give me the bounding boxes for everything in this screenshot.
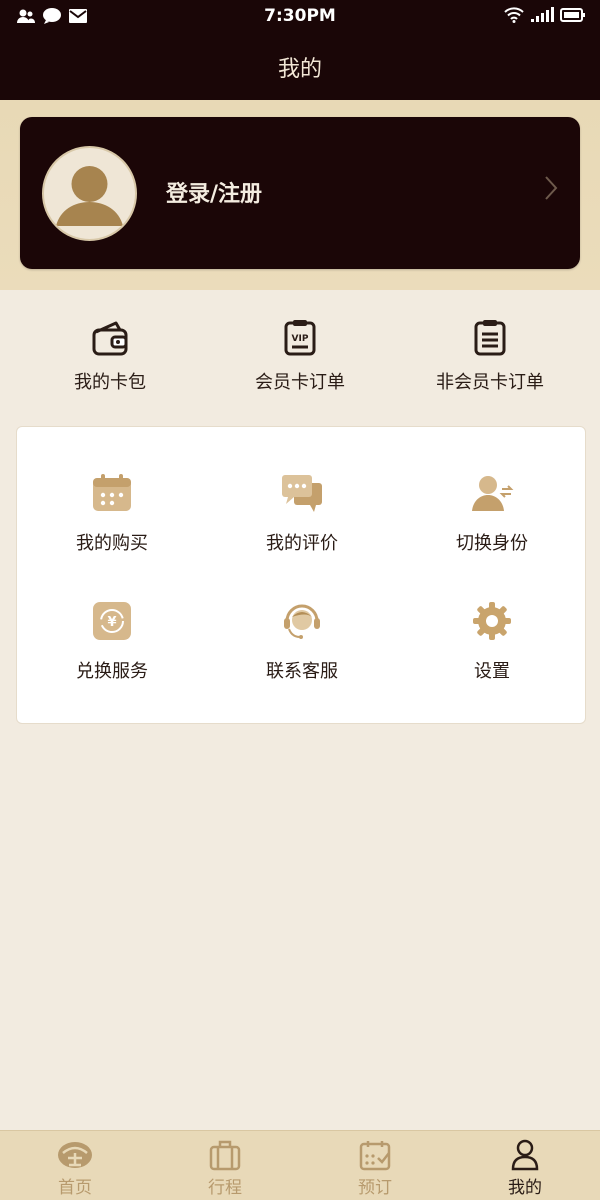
signal-icon (531, 7, 554, 22)
svg-text:¥: ¥ (107, 615, 116, 630)
tab-itinerary[interactable]: 行程 (150, 1139, 300, 1198)
svg-text:VIP: VIP (292, 334, 309, 344)
service-my-purchases[interactable]: 我的购买 (17, 471, 207, 555)
service-customer-support[interactable]: 联系客服 (207, 599, 397, 683)
service-redeem[interactable]: ¥ 兑换服务 (17, 599, 207, 683)
tab-booking[interactable]: 预订 (300, 1139, 450, 1198)
avatar-placeholder-icon (56, 166, 123, 226)
tab-label: 我的 (508, 1178, 542, 1198)
quick-action-label: 非会员卡订单 (436, 372, 544, 393)
status-bar: 7:30PM (0, 0, 600, 33)
wallet-icon (92, 321, 128, 356)
quick-action-wallet[interactable]: 我的卡包 (10, 318, 210, 394)
service-label: 联系客服 (266, 661, 338, 682)
service-settings[interactable]: 设置 (397, 599, 587, 683)
login-register-link[interactable]: 登录/注册 (166, 176, 262, 208)
headset-icon (284, 604, 320, 639)
service-my-reviews[interactable]: 我的评价 (207, 471, 397, 555)
login-card[interactable]: 登录/注册 (20, 117, 580, 269)
status-indicators (504, 7, 586, 23)
switch-user-icon (472, 476, 514, 511)
page-title: 我的 (277, 57, 322, 82)
service-label: 设置 (474, 661, 510, 682)
services-card: 我的购买 我的评价 切换身份 ¥ 兑换服务 联系客服 设置 (16, 426, 586, 724)
profile-band: 登录/注册 (0, 100, 600, 290)
avatar[interactable] (42, 146, 137, 241)
service-switch-identity[interactable]: 切换身份 (397, 471, 587, 555)
battery-icon (560, 8, 585, 22)
tab-label: 预订 (358, 1178, 392, 1198)
wifi-icon (504, 7, 524, 23)
service-label: 切换身份 (456, 533, 528, 554)
tab-bar: 首页 行程 预订 我的 (0, 1130, 600, 1200)
service-label: 我的购买 (76, 533, 148, 554)
home-logo-icon (58, 1142, 92, 1168)
tab-mine[interactable]: 我的 (450, 1139, 600, 1198)
tab-label: 行程 (208, 1178, 242, 1198)
quick-action-label: 会员卡订单 (255, 372, 345, 393)
service-label: 兑换服务 (76, 661, 148, 682)
gear-icon (473, 602, 511, 640)
suitcase-icon (209, 1140, 241, 1171)
quick-action-vip-orders[interactable]: VIP 会员卡订单 (200, 318, 400, 394)
chevron-right-icon (545, 176, 558, 200)
calendar-check-icon (359, 1141, 391, 1171)
quick-action-non-vip-orders[interactable]: 非会员卡订单 (390, 318, 590, 394)
quick-action-label: 我的卡包 (74, 372, 146, 393)
calendar-icon (93, 474, 131, 511)
user-icon (511, 1139, 539, 1171)
yen-exchange-icon: ¥ (93, 602, 131, 640)
tab-label: 首页 (58, 1178, 92, 1198)
clipboard-list-icon (474, 320, 506, 356)
tab-home[interactable]: 首页 (0, 1139, 150, 1198)
quick-actions: 我的卡包 VIP 会员卡订单 非会员卡订单 (0, 290, 600, 426)
service-label: 我的评价 (266, 533, 338, 554)
chat-bubbles-icon (282, 475, 322, 512)
nav-bar: 我的 (0, 33, 600, 100)
vip-order-icon: VIP (284, 320, 316, 356)
